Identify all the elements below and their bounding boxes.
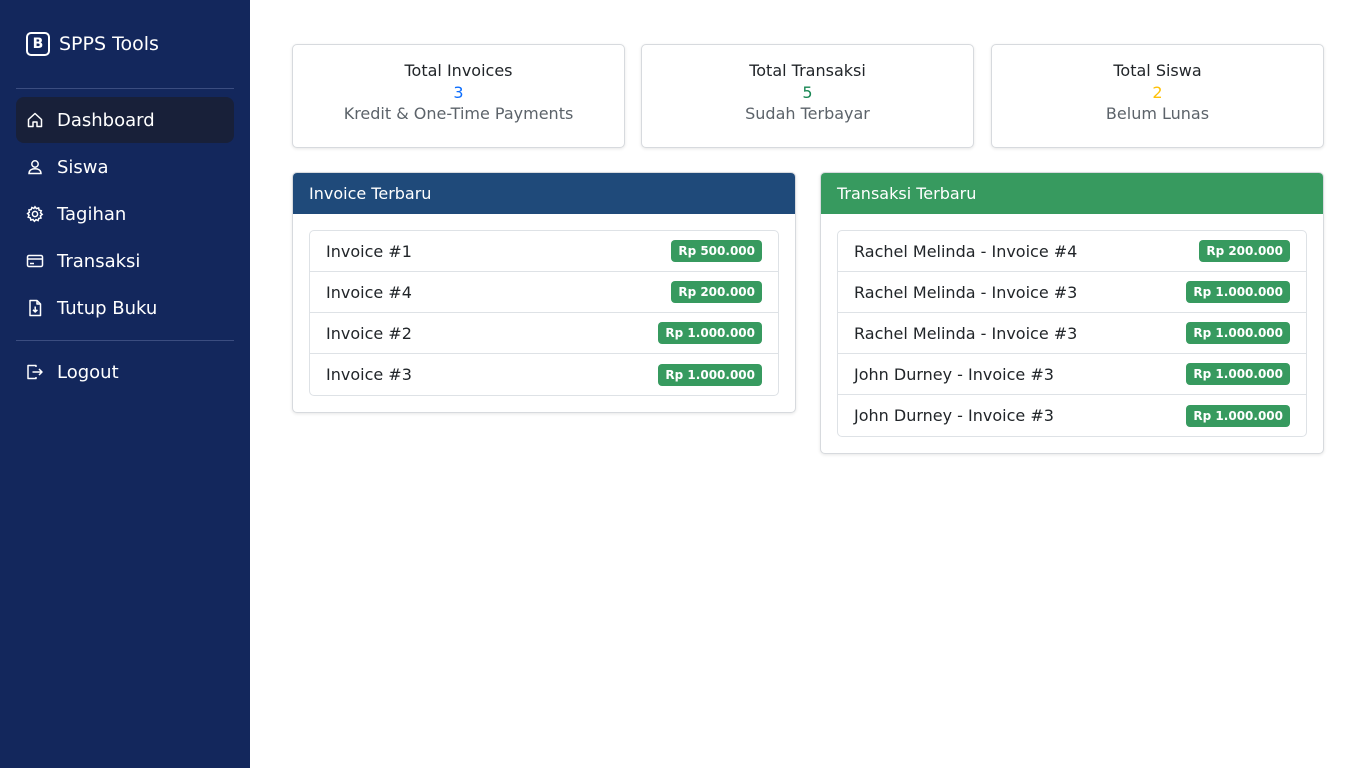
invoice-list: Invoice #1 Rp 500.000 Invoice #4 Rp 200.… [309, 230, 779, 396]
list-item[interactable]: John Durney - Invoice #3 Rp 1.000.000 [838, 395, 1306, 436]
transaction-panel-header: Transaksi Terbaru [821, 173, 1323, 214]
item-name: Invoice #1 [326, 241, 412, 261]
stat-title: Total Siswa [1113, 61, 1202, 80]
sidebar-item-label: Siswa [57, 156, 109, 178]
sidebar-item-tagihan[interactable]: Tagihan [16, 191, 234, 237]
amount-badge: Rp 200.000 [671, 281, 762, 303]
gear-icon [26, 205, 44, 223]
item-name: Rachel Melinda - Invoice #3 [854, 323, 1078, 343]
invoice-panel-header: Invoice Terbaru [293, 173, 795, 214]
amount-badge: Rp 1.000.000 [1186, 322, 1290, 344]
amount-badge: Rp 1.000.000 [1186, 404, 1290, 427]
stat-card-siswa: Total Siswa 2 Belum Lunas [991, 44, 1324, 148]
sidebar-item-label: Transaksi [57, 250, 141, 272]
sidebar-divider [16, 340, 234, 341]
item-name: John Durney - Invoice #3 [854, 364, 1054, 384]
sidebar-nav: Dashboard Siswa Tagihan Transaksi Tutup … [16, 97, 234, 332]
stat-value: 5 [802, 83, 813, 102]
item-name: John Durney - Invoice #3 [854, 406, 1054, 425]
stat-value: 3 [453, 83, 464, 102]
sidebar-item-label: Dashboard [57, 109, 155, 131]
stat-card-transaksi: Total Transaksi 5 Sudah Terbayar [641, 44, 974, 148]
list-item[interactable]: Invoice #1 Rp 500.000 [310, 231, 778, 272]
item-name: Rachel Melinda - Invoice #4 [854, 241, 1078, 261]
logout-icon [27, 364, 43, 380]
list-item[interactable]: Invoice #3 Rp 1.000.000 [310, 354, 778, 395]
stat-title: Total Invoices [404, 61, 513, 80]
credit-card-icon [26, 254, 44, 268]
file-download-icon [29, 299, 42, 317]
stat-subtitle: Sudah Terbayar [745, 104, 870, 123]
stat-subtitle: Kredit & One-Time Payments [343, 104, 574, 123]
amount-badge: Rp 500.000 [671, 240, 762, 262]
list-item[interactable]: Invoice #2 Rp 1.000.000 [310, 313, 778, 354]
stat-subtitle: Belum Lunas [1105, 104, 1210, 123]
list-item[interactable]: John Durney - Invoice #3 Rp 1.000.000 [838, 354, 1306, 395]
list-item[interactable]: Invoice #4 Rp 200.000 [310, 272, 778, 313]
logout-button[interactable]: Logout [16, 349, 234, 395]
sidebar-item-dashboard[interactable]: Dashboard [16, 97, 234, 143]
stat-title: Total Transaksi [749, 61, 866, 80]
sidebar-item-label: Tutup Buku [57, 297, 158, 319]
sidebar-item-siswa[interactable]: Siswa [16, 144, 234, 190]
transaction-panel: Transaksi Terbaru Rachel Melinda - Invoi… [820, 172, 1324, 454]
sidebar: B SPPS Tools Dashboard Siswa Tagihan Tra… [0, 0, 250, 768]
stat-card-invoices: Total Invoices 3 Kredit & One-Time Payme… [292, 44, 625, 148]
house-icon [27, 112, 43, 128]
item-name: Invoice #2 [326, 323, 412, 343]
sidebar-logout-section: Logout [16, 349, 234, 396]
logout-label: Logout [57, 361, 119, 383]
amount-badge: Rp 200.000 [1199, 240, 1290, 262]
list-item[interactable]: Rachel Melinda - Invoice #3 Rp 1.000.000 [838, 272, 1306, 313]
amount-badge: Rp 1.000.000 [658, 363, 762, 386]
brand-name: SPPS Tools [59, 33, 159, 55]
amount-badge: Rp 1.000.000 [1186, 363, 1290, 385]
sidebar-divider [16, 88, 234, 89]
item-name: Invoice #4 [326, 282, 412, 302]
brand[interactable]: B SPPS Tools [26, 30, 159, 58]
transaction-list: Rachel Melinda - Invoice #4 Rp 200.000 R… [837, 230, 1307, 437]
bootstrap-logo-icon: B [26, 32, 50, 56]
amount-badge: Rp 1.000.000 [658, 322, 762, 344]
list-item[interactable]: Rachel Melinda - Invoice #3 Rp 1.000.000 [838, 313, 1306, 354]
item-name: Rachel Melinda - Invoice #3 [854, 282, 1078, 302]
invoice-panel: Invoice Terbaru Invoice #1 Rp 500.000 In… [292, 172, 796, 413]
stat-value: 2 [1152, 83, 1163, 102]
sidebar-item-label: Tagihan [57, 203, 127, 225]
item-name: Invoice #3 [326, 365, 412, 384]
sidebar-item-tutup-buku[interactable]: Tutup Buku [16, 285, 234, 331]
sidebar-item-transaksi[interactable]: Transaksi [16, 238, 234, 284]
amount-badge: Rp 1.000.000 [1186, 281, 1290, 303]
list-item[interactable]: Rachel Melinda - Invoice #4 Rp 200.000 [838, 231, 1306, 272]
person-icon [28, 160, 42, 175]
